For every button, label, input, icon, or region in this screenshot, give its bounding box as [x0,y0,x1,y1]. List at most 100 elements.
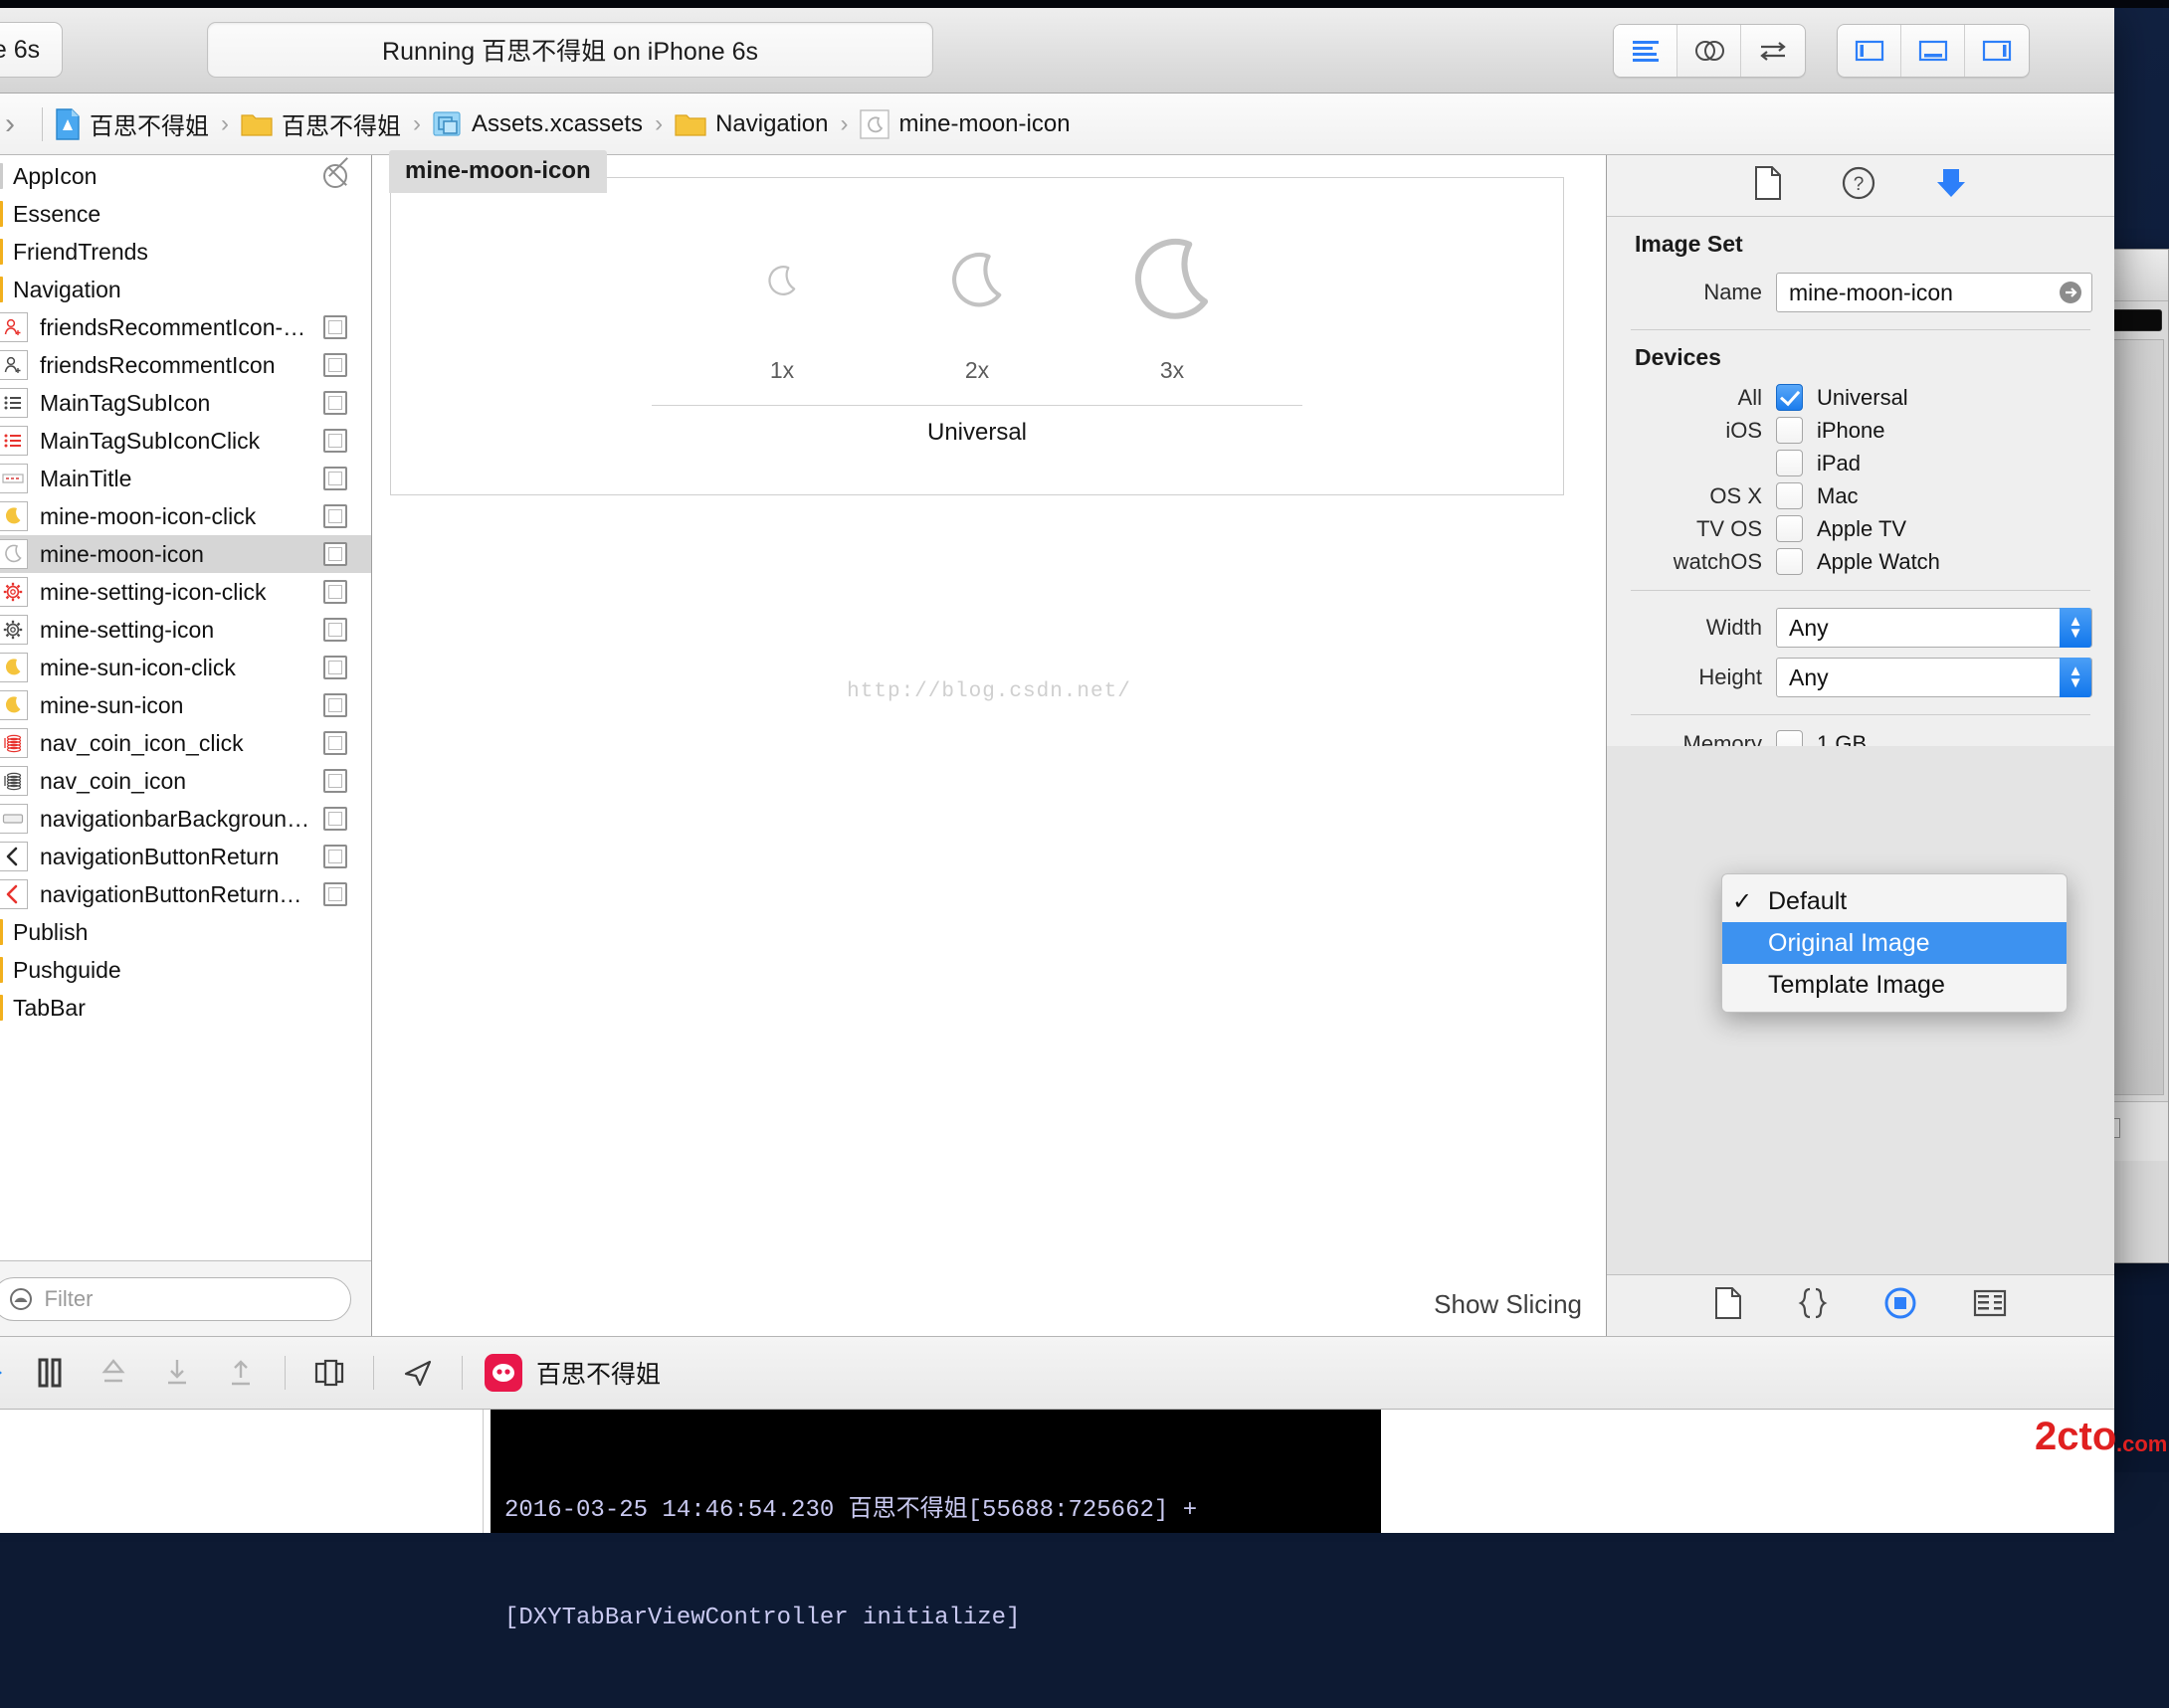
device-checkbox[interactable] [1776,482,1803,509]
device-checkbox[interactable] [1776,515,1803,542]
scale-slot-2x[interactable]: 2x [880,212,1075,384]
utilities-toggle-button[interactable] [1965,25,2029,77]
asset-group-row[interactable]: FriendTrends [0,233,371,271]
media-library-icon[interactable] [1973,1289,2007,1322]
device-row[interactable]: TV OS Apple TV [1607,512,2114,545]
view-hierarchy-button[interactable] [297,1357,361,1389]
file-template-library-icon[interactable] [1714,1286,1742,1325]
asset-status-box[interactable] [323,467,347,490]
asset-status-box[interactable] [323,845,347,868]
device-row[interactable]: iPad [1607,447,2114,479]
asset-status-box[interactable] [323,656,347,679]
scheme-destination-button[interactable]: ne 6s [0,22,63,78]
device-row[interactable]: watchOS Apple Watch [1607,545,2114,578]
device-row[interactable]: iOS iPhone [1607,414,2114,447]
breadcrumb-item-xcassets[interactable]: Assets.xcassets [433,110,643,138]
assistant-editor-button[interactable] [1677,25,1741,77]
asset-status-box[interactable] [323,882,347,906]
asset-group-row[interactable]: TabBar [0,989,371,1027]
pause-button[interactable] [18,1357,82,1389]
asset-row[interactable]: nav_coin_icon_click [0,724,371,762]
step-into-button[interactable] [145,1357,209,1389]
show-slicing-button[interactable]: Show Slicing [1434,1289,1582,1320]
asset-list[interactable]: AppIconEssenceFriendTrendsNavigation fri… [0,155,371,1260]
asset-group-row[interactable]: Publish [0,913,371,951]
device-checkbox[interactable] [1776,417,1803,444]
render-as-popup-menu[interactable]: ✓ Default Original Image Template Image [1721,873,2068,1013]
version-editor-button[interactable] [1741,25,1805,77]
asset-row[interactable]: MainTagSubIconClick [0,422,371,460]
attributes-inspector-tab[interactable] [1934,165,1968,206]
navigator-toggle-button[interactable] [1838,25,1901,77]
asset-status-box[interactable] [323,769,347,793]
asset-row[interactable]: mine-setting-icon [0,611,371,649]
device-checkbox[interactable] [1776,450,1803,476]
asset-row[interactable]: mine-setting-icon-click [0,573,371,611]
console-output[interactable]: 2016-03-25 14:46:54.230 百思不得姐[55688:7256… [491,1410,1381,1533]
asset-row[interactable]: navigationButtonReturn [0,838,371,875]
asset-row[interactable]: MainTagSubIcon [0,384,371,422]
asset-status-box[interactable] [323,429,347,453]
asset-status-box[interactable] [323,391,347,415]
popup-menu-item[interactable]: Template Image [1722,964,2067,1006]
asset-status-box[interactable] [323,693,347,717]
breadcrumb-item-group[interactable]: 百思不得姐 [241,106,401,141]
asset-group-row[interactable]: Pushguide [0,951,371,989]
asset-status-box[interactable] [323,731,347,755]
asset-row[interactable]: navigationButtonReturnCli... [0,875,371,913]
asset-group-row[interactable]: Navigation [0,271,371,308]
asset-status-box[interactable] [323,353,347,377]
width-stepper-icon[interactable]: ▲▼ [2060,608,2091,648]
filter-input[interactable]: Filter [0,1277,351,1321]
asset-group-row[interactable]: AppIcon [0,157,371,195]
device-row[interactable]: OS X Mac [1607,479,2114,512]
asset-row[interactable]: mine-moon-icon-click [0,497,371,535]
file-inspector-tab[interactable] [1753,165,1783,206]
asset-status-box[interactable] [323,580,347,604]
code-snippet-library-icon[interactable] [1798,1286,1828,1325]
navigate-forward-button[interactable]: › [0,107,30,141]
step-out-button[interactable] [209,1357,273,1389]
standard-editor-button[interactable] [1614,25,1677,77]
imageset-card[interactable]: mine-moon-icon 1x 2x 3x Universal [390,177,1564,495]
process-chip[interactable]: 百思不得姐 [485,1354,661,1392]
device-checkbox[interactable] [1776,384,1803,411]
asset-row[interactable]: mine-sun-icon-click [0,649,371,686]
breadcrumb-item-asset[interactable]: mine-moon-icon [860,109,1070,139]
object-library-icon[interactable] [1883,1286,1917,1325]
debug-area-toggle-button[interactable] [1901,25,1965,77]
scale-slot-1x[interactable]: 1x [685,212,880,384]
asset-status-box[interactable] [323,504,347,528]
asset-row[interactable]: nav_coin_icon [0,762,371,800]
step-over-button[interactable] [82,1357,145,1389]
asset-row[interactable]: friendsRecommentIcon-cli... [0,308,371,346]
asset-row[interactable]: navigationbarBackground... [0,800,371,838]
popup-menu-item[interactable]: Original Image [1722,922,2067,964]
asset-status-box[interactable] [323,618,347,642]
scale-slot-3x[interactable]: 3x [1075,212,1270,384]
memory-row[interactable]: Memory 1 GB [1607,727,2114,746]
continue-button[interactable] [0,1358,18,1388]
device-checkbox[interactable] [1776,548,1803,575]
reveal-arrow-icon[interactable] [2058,280,2083,305]
breadcrumb-item-navigation[interactable]: Navigation [675,110,828,138]
popup-menu-item[interactable]: ✓ Default [1722,880,2067,922]
asset-row[interactable]: mine-moon-icon [0,535,371,573]
asset-group-row[interactable]: Essence [0,195,371,233]
asset-canvas[interactable]: mine-moon-icon 1x 2x 3x Universal http [372,155,1606,1336]
name-field[interactable]: mine-moon-icon [1776,273,2092,312]
breadcrumb-item-project[interactable]: 百思不得姐 [55,106,209,141]
appicon-status-box[interactable] [323,164,347,188]
quick-help-tab[interactable]: ? [1841,165,1876,206]
width-select[interactable]: Any ▲▼ [1776,608,2092,648]
asset-status-box[interactable] [323,315,347,339]
simulate-location-button[interactable] [386,1357,450,1389]
asset-status-box[interactable] [323,807,347,831]
asset-row[interactable]: mine-sun-icon [0,686,371,724]
memory-checkbox[interactable] [1776,730,1803,746]
height-stepper-icon[interactable]: ▲▼ [2060,658,2091,697]
asset-status-box[interactable] [323,542,347,566]
asset-row[interactable]: MainTitle [0,460,371,497]
height-select[interactable]: Any ▲▼ [1776,658,2092,697]
asset-row[interactable]: friendsRecommentIcon [0,346,371,384]
